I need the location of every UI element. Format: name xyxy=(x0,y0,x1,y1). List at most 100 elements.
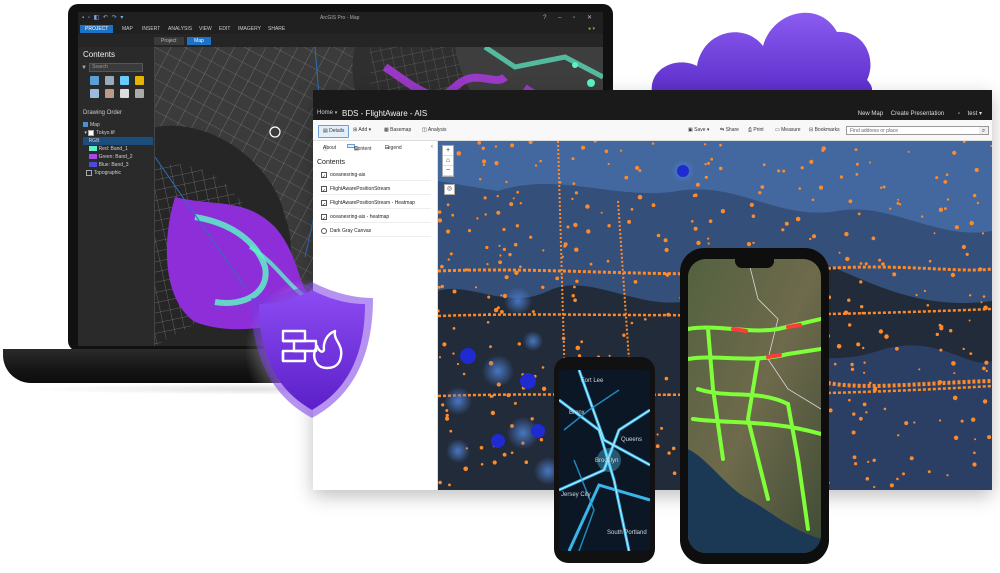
flight-point xyxy=(895,346,899,351)
layer-item[interactable]: ✓ oceanesring-ais - heatmap xyxy=(321,213,431,223)
flight-point xyxy=(854,148,858,151)
flight-point xyxy=(862,402,867,407)
flight-point xyxy=(821,148,825,152)
home-extent-icon[interactable]: ⌂ xyxy=(443,156,453,166)
snap-icon[interactable] xyxy=(90,89,99,98)
layer-checkbox[interactable]: ✓ xyxy=(321,199,327,208)
flight-point xyxy=(467,229,472,233)
tab-legend[interactable]: ☰ Legend xyxy=(379,144,402,151)
search-icon[interactable]: ⌕ xyxy=(979,127,988,134)
tab-edit[interactable]: EDIT xyxy=(219,26,230,32)
layer-checkbox[interactable]: ✓ xyxy=(321,185,327,194)
flight-point xyxy=(607,224,611,228)
create-presentation-link[interactable]: Create Presentation xyxy=(891,111,944,117)
flight-point xyxy=(573,298,577,302)
selection-icon[interactable] xyxy=(120,76,129,85)
share-button[interactable]: ⇆ Share xyxy=(716,125,743,136)
flight-point xyxy=(541,366,545,369)
edit-icon[interactable] xyxy=(135,76,144,85)
flight-point xyxy=(441,403,445,407)
measure-button[interactable]: ▭ Measure xyxy=(771,125,805,136)
list-icon[interactable] xyxy=(90,76,99,85)
flight-point xyxy=(442,342,447,347)
filter-icon[interactable]: ▼ xyxy=(81,65,87,71)
user-icon[interactable]: ● ▾ xyxy=(588,26,595,32)
new-map-link[interactable]: New Map xyxy=(858,111,883,117)
save-button[interactable]: ▣ Save ▾ xyxy=(684,125,713,136)
flight-point xyxy=(571,157,575,161)
flight-point xyxy=(854,462,858,466)
window-controls[interactable]: ? – ▫ ✕ xyxy=(543,14,597,21)
basemap-button[interactable]: ▦ Basemap xyxy=(380,125,415,136)
basemap-radio[interactable] xyxy=(321,227,327,234)
flight-point xyxy=(972,462,977,467)
tab-about[interactable]: ⓘ About xyxy=(317,144,336,152)
flight-point xyxy=(939,326,944,331)
contents-heading: Contents xyxy=(317,159,346,166)
tree-map[interactable]: Map xyxy=(83,121,153,129)
flight-point xyxy=(950,272,956,278)
bookmarks-button[interactable]: ⊟ Bookmarks xyxy=(805,125,844,136)
print-button[interactable]: ⎙ Print xyxy=(744,125,768,136)
flight-point xyxy=(852,455,857,460)
quick-access-icons[interactable]: ▪ ▫ ◧ ↶ ↷ ▾ xyxy=(82,14,124,21)
viewer-header: Home ▾ BDS - FlightAware - AIS New Map C… xyxy=(313,90,992,120)
zoom-in-button[interactable]: + xyxy=(443,146,453,156)
layer-item[interactable]: ✓ FlightAwarePositionStream xyxy=(321,185,431,195)
layer-checkbox[interactable]: ✓ xyxy=(321,213,327,222)
analysis-button[interactable]: ◫ Analysis xyxy=(418,125,450,136)
tab-map-view[interactable]: Map xyxy=(187,37,211,45)
source-icon[interactable] xyxy=(105,76,114,85)
tab-insert[interactable]: INSERT xyxy=(142,26,160,32)
zoom-out-button[interactable]: − xyxy=(443,166,453,176)
flight-point xyxy=(844,231,849,237)
flight-point xyxy=(451,213,455,217)
layer-item[interactable]: ✓ oceanesring-ais xyxy=(321,171,431,181)
flight-point xyxy=(878,329,884,334)
search-input[interactable]: Search xyxy=(89,63,143,72)
tab-project[interactable]: PROJECT xyxy=(80,25,114,33)
user-menu[interactable]: ▫ test ▾ xyxy=(952,111,982,117)
flight-point xyxy=(502,452,507,457)
flight-point xyxy=(981,232,985,235)
flight-point xyxy=(707,161,710,165)
tab-content[interactable]: ▤ Content xyxy=(347,144,372,152)
flight-point xyxy=(446,229,451,234)
tree-layer[interactable]: ▾ Tokyo.tif xyxy=(83,129,153,137)
tab-project-view[interactable]: Project xyxy=(154,37,184,45)
layer-item[interactable]: ✓ FlightAwarePositionStream - Heatmap xyxy=(321,199,431,209)
locate-icon[interactable]: ◎ xyxy=(444,184,455,195)
cloud-graphic xyxy=(651,12,873,98)
tab-analysis[interactable]: ANALYSIS xyxy=(168,26,192,32)
flight-point xyxy=(664,247,669,253)
flight-point xyxy=(502,227,506,232)
flight-point xyxy=(589,262,593,266)
tree-band-blue[interactable]: Blue: Band_3 xyxy=(83,161,153,169)
search-box[interactable]: Find address or place ⌕ xyxy=(846,126,989,135)
tree-topographic[interactable]: Topographic xyxy=(83,169,153,177)
tree-band-red[interactable]: Red: Band_1 xyxy=(83,145,153,153)
layer-checkbox[interactable]: ✓ xyxy=(321,171,327,180)
tree-band-green[interactable]: Green: Band_2 xyxy=(83,153,153,161)
chart-icon[interactable] xyxy=(120,89,129,98)
flight-point xyxy=(566,225,570,229)
tab-map[interactable]: MAP xyxy=(122,26,133,32)
flight-point xyxy=(839,175,843,179)
add-button[interactable]: ⊞ Add ▾ xyxy=(349,125,375,136)
tab-view[interactable]: VIEW xyxy=(199,26,212,32)
tab-imagery[interactable]: IMAGERY xyxy=(238,26,261,32)
firewall-shield-icon xyxy=(245,278,379,424)
perspective-icon[interactable] xyxy=(135,89,144,98)
layer-item[interactable]: Dark Gray Canvas xyxy=(321,227,431,237)
tab-share[interactable]: SHARE xyxy=(268,26,285,32)
details-button[interactable]: ▤ Details xyxy=(318,125,350,138)
tree-rgb[interactable]: RGB xyxy=(83,137,153,145)
flight-point xyxy=(897,434,900,437)
collapse-panel-icon[interactable]: ‹ xyxy=(431,144,433,150)
flight-point xyxy=(809,159,814,164)
home-menu[interactable]: Home ▾ xyxy=(317,110,337,116)
flight-point xyxy=(795,216,801,222)
label-icon[interactable] xyxy=(105,89,114,98)
flight-point xyxy=(462,372,466,376)
flight-point xyxy=(798,187,801,190)
